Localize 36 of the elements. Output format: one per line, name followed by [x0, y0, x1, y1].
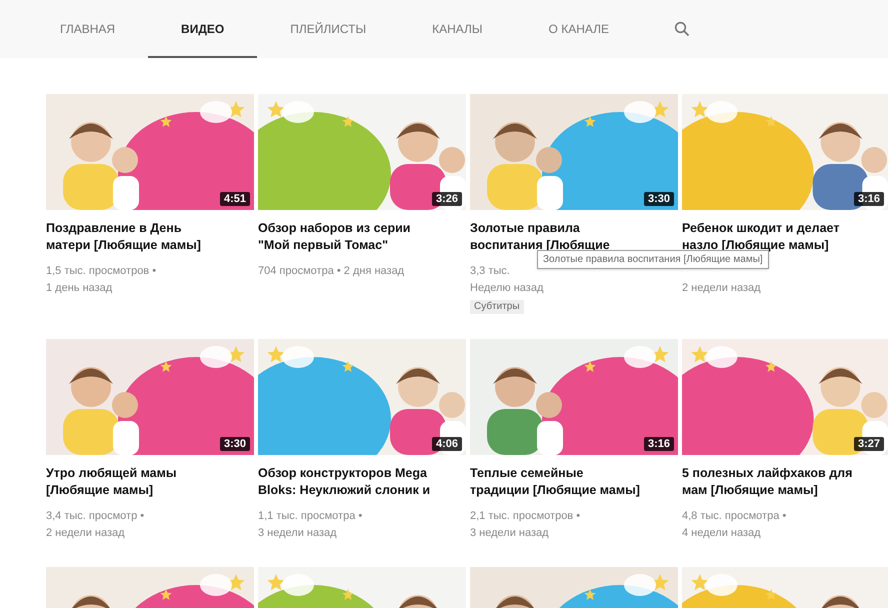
video-duration: 3:16 [854, 192, 884, 206]
video-duration: 3:27 [854, 437, 884, 451]
view-count: 2,1 тыс. просмотров • [470, 509, 580, 524]
upload-age: 3 недели назад [470, 526, 549, 541]
channel-tab[interactable]: ПЛЕЙЛИСТЫ [257, 0, 400, 58]
view-count: 1,5 тыс. просмотров • [46, 264, 156, 279]
channel-tab[interactable]: ГЛАВНАЯ [27, 0, 148, 58]
channel-tab[interactable]: О КАНАЛЕ [516, 0, 642, 58]
upload-age: 1 день назад [46, 281, 112, 296]
video-duration: 4:06 [432, 437, 462, 451]
tooltip: Золотые правила воспитания [Любящие мамы] [537, 250, 769, 269]
video-duration: 3:26 [432, 192, 462, 206]
search-icon [674, 21, 690, 37]
view-count: 3,4 тыс. просмотр • [46, 509, 144, 524]
upload-age: Неделю назад [470, 281, 544, 296]
video-title[interactable]: 5 полезных лайфхаков для мам [Любящие мамы] [682, 465, 888, 499]
video-title[interactable]: Обзор конструкторов Mega Bloks: Неуклюжий слоник и [258, 465, 466, 499]
video-title[interactable]: Теплые семейные традиции [Любящие мамы] [470, 465, 678, 499]
view-count: 4,8 тыс. просмотра • [682, 509, 786, 524]
upload-age: 3 недели назад [258, 526, 337, 541]
view-count: 3,3 тыс. [470, 264, 510, 279]
video-title[interactable]: Обзор наборов из серии "Мой первый Томас" [258, 220, 466, 254]
video-duration: 3:30 [220, 437, 250, 451]
view-count: 704 просмотра • 2 дня назад [258, 264, 404, 279]
video-duration: 3:16 [644, 437, 674, 451]
video-duration: 4:51 [220, 192, 250, 206]
upload-age: 2 недели назад [46, 526, 125, 541]
upload-age: 4 недели назад [682, 526, 761, 541]
channel-tab[interactable]: ВИДЕО [148, 0, 258, 58]
video-title[interactable]: Поздравление в День матери [Любящие мамы] [46, 220, 254, 254]
view-count: 1,1 тыс. просмотра • [258, 509, 362, 524]
upload-age: 2 недели назад [682, 281, 761, 296]
video-title[interactable]: Утро любящей мамы [Любящие мамы] [46, 465, 254, 499]
video-duration: 3:30 [644, 192, 674, 206]
channel-tab[interactable]: КАНАЛЫ [399, 0, 516, 58]
subtitles-badge: Субтитры [470, 300, 524, 314]
